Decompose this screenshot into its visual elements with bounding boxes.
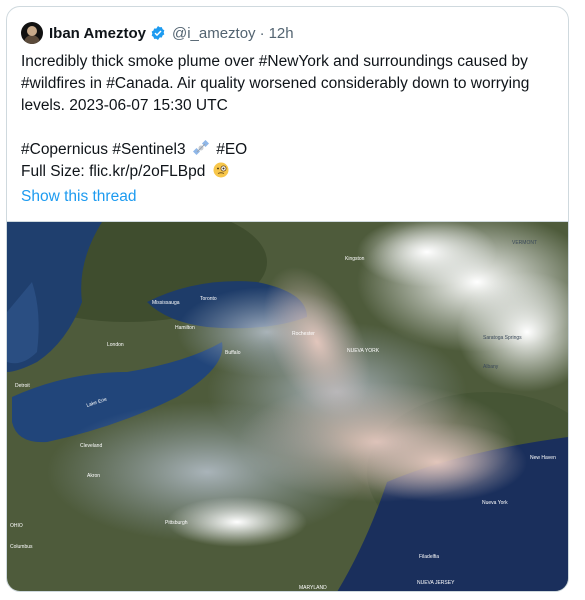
label-akron: Akron: [87, 473, 100, 479]
label-rochester: Rochester: [292, 331, 315, 337]
label-cleveland: Cleveland: [80, 443, 102, 449]
label-nueva-jersey: NUEVA JERSEY: [417, 580, 455, 586]
separator-dot: ·: [259, 24, 265, 42]
hashtag-eo[interactable]: #EO: [216, 141, 247, 158]
tweet-header: Iban Ameztoy @i_ameztoy · 12h: [21, 21, 294, 45]
label-new-haven: New Haven: [530, 455, 556, 461]
label-albany: Albany: [483, 364, 499, 370]
label-nueva-york: NUEVA YORK: [347, 348, 380, 354]
satellite-image[interactable]: Kingston VERMONT Mississauga Toronto Ham…: [7, 221, 568, 591]
label-kingston: Kingston: [345, 256, 365, 262]
label-ohio: OHIO: [10, 523, 23, 529]
tweet-card[interactable]: Iban Ameztoy @i_ameztoy · 12h Incredibly…: [6, 6, 569, 592]
fullsize-link[interactable]: flic.kr/p/2oFLBpd: [89, 163, 205, 180]
monocle-face-icon: [213, 162, 229, 178]
label-nueva-york-city: Nueva York: [482, 500, 508, 506]
label-buffalo: Buffalo: [225, 350, 241, 356]
tweet-text-main: Incredibly thick smoke plume over #NewYo…: [21, 53, 530, 114]
hashtags[interactable]: #Copernicus #Sentinel3: [21, 141, 186, 158]
label-maryland: MARYLAND: [299, 585, 327, 591]
label-saratoga: Saratoga Springs: [483, 335, 522, 341]
show-thread-link[interactable]: Show this thread: [21, 188, 136, 206]
tweet-text: Incredibly thick smoke plume over #NewYo…: [21, 51, 551, 183]
label-filadelfia: Filadelfia: [419, 554, 439, 560]
verified-badge-icon: [151, 26, 165, 40]
author-handle[interactable]: @i_ameztoy: [172, 25, 256, 42]
label-detroit: Detroit: [15, 383, 30, 389]
label-toronto: Toronto: [200, 296, 217, 302]
label-hamilton: Hamilton: [175, 325, 195, 331]
avatar[interactable]: [21, 22, 43, 44]
label-vermont: VERMONT: [512, 240, 537, 246]
label-mississauga: Mississauga: [152, 300, 180, 306]
author-name[interactable]: Iban Ameztoy: [49, 25, 146, 42]
tweet-timestamp[interactable]: 12h: [269, 25, 294, 42]
fullsize-label: Full Size:: [21, 163, 90, 180]
fullsize-line: Full Size: flic.kr/p/2oFLBpd: [21, 161, 551, 183]
satellite-map-svg: Kingston VERMONT Mississauga Toronto Ham…: [7, 222, 568, 591]
label-pittsburgh: Pittsburgh: [165, 520, 188, 526]
label-london: London: [107, 342, 124, 348]
label-columbus: Columbus: [10, 544, 33, 550]
satellite-icon: [192, 140, 209, 156]
tweet-hashtags-line: #Copernicus #Sentinel3 #EO: [21, 139, 551, 161]
